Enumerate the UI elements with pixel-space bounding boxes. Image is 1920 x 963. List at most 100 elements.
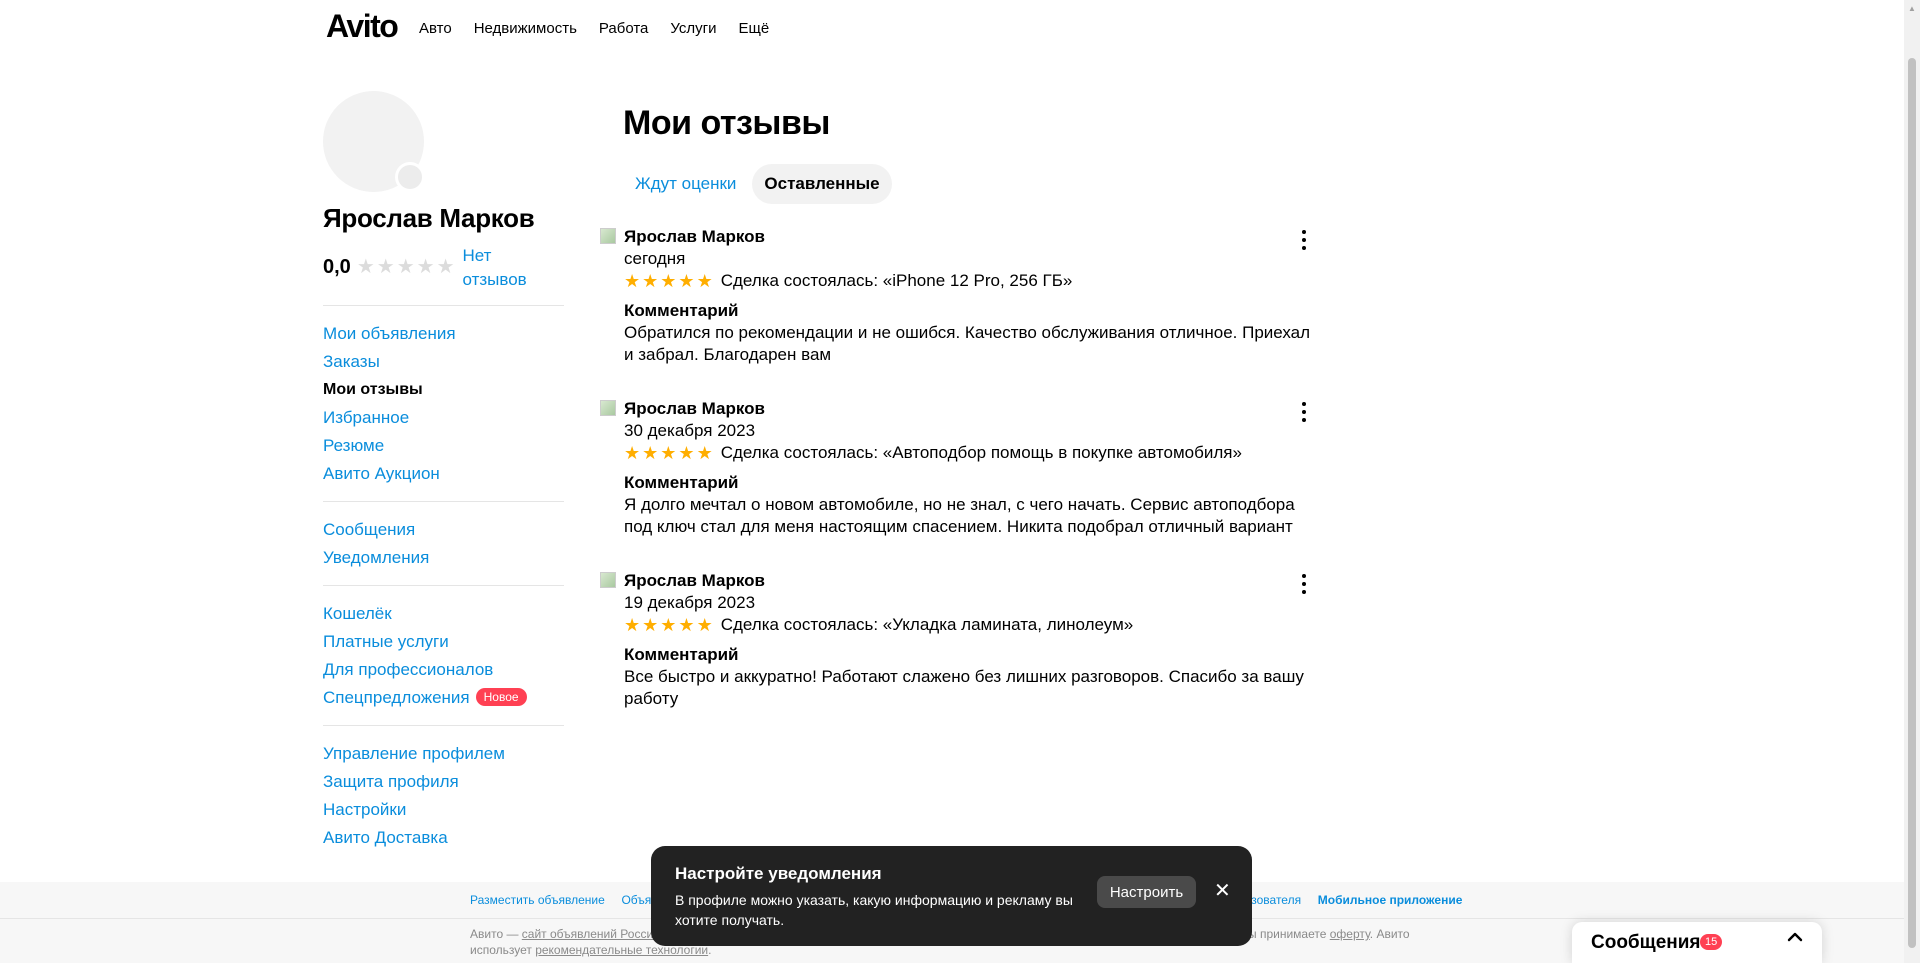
sidebar-item[interactable]: Сообщения: [323, 516, 564, 544]
review-deal: Сделка состоялась: «Автоподбор помощь в …: [720, 443, 1242, 462]
sidebar-item[interactable]: Избранное: [323, 404, 564, 432]
sidebar-item-label: Авито Аукцион: [323, 464, 440, 483]
sidebar-item[interactable]: Мои отзывы: [323, 376, 564, 404]
sidebar-item-label: Избранное: [323, 408, 410, 427]
reviewer-name[interactable]: Ярослав Марков: [624, 226, 1320, 248]
avatar-status-dot: [395, 162, 425, 192]
tab[interactable]: Ждут оценки: [623, 164, 748, 204]
review-date: 19 декабря 2023: [624, 593, 756, 612]
sidebar-group: Мои объявления Заказы Мои отзывы Избранное Р…: [323, 305, 564, 502]
review-card: Ярослав Марков 19 декабря 2023 ★ ★ ★ ★ ★ Сде…: [600, 570, 1320, 742]
close-icon[interactable]: ✕: [1214, 880, 1231, 902]
sidebar-item-label: Мои отзывы: [323, 381, 423, 398]
footer-links-right: льзователя Мобильное приложение: [1238, 893, 1462, 907]
star-icon: ★: [642, 615, 659, 635]
nav-item-jobs[interactable]: Работа: [599, 20, 649, 37]
sidebar-item-label: Защита профиля: [323, 772, 459, 791]
toast-body: В профиле можно указать, какую информаци…: [675, 892, 1073, 928]
sidebar-item-label: Сообщения: [323, 520, 416, 539]
star-icon: ★: [660, 615, 677, 635]
footer-link-mobile-app[interactable]: Мобильное приложение: [1318, 893, 1463, 907]
sidebar-item-label: Уведомления: [323, 548, 430, 567]
top-nav: Авто Недвижимость Работа Услуги Ещё: [419, 20, 769, 37]
review-deal-line: ★ ★ ★ ★ ★ Сделка состоялась: «Укладка ламина…: [624, 614, 1320, 636]
sidebar-item[interactable]: Резюме: [323, 432, 564, 460]
rating-value: 0,0: [323, 256, 351, 278]
sidebar-item[interactable]: Уведомления: [323, 544, 564, 572]
scrollbar-thumb[interactable]: [1908, 58, 1916, 948]
more-options-icon[interactable]: [1296, 230, 1312, 250]
sidebar-item[interactable]: Спецпредложения Новое: [323, 684, 564, 712]
chevron-up-icon[interactable]: [1786, 928, 1804, 952]
review-comment: Я долго мечтал о новом автомобиле, но не…: [624, 495, 1295, 536]
comment-label: Комментарий: [624, 645, 739, 664]
sidebar-item-label: Спецпредложения: [323, 688, 470, 707]
no-reviews-link[interactable]: Нет отзывов: [463, 244, 543, 292]
scrollbar[interactable]: ▲: [1904, 0, 1920, 963]
review-date: сегодня: [624, 249, 686, 268]
sidebar-item-label: Авито Доставка: [323, 828, 448, 847]
configure-button[interactable]: Настроить: [1097, 876, 1196, 908]
messages-count-badge: 15: [1700, 934, 1723, 950]
star-icon: ★: [678, 271, 695, 291]
footer-text-prefix: Авито —: [470, 927, 522, 941]
star-icon: ★: [376, 256, 395, 278]
star-icon: ★: [678, 443, 695, 463]
sidebar-item[interactable]: Платные услуги: [323, 628, 564, 656]
star-icon: ★: [642, 271, 659, 291]
footer-text-right-prefix: ы принимаете: [1248, 927, 1330, 941]
new-badge: Новое: [475, 688, 527, 706]
star-icon: ★: [436, 256, 455, 278]
sidebar-item[interactable]: Управление профилем: [323, 740, 564, 768]
sidebar-group: Управление профилем Защита профиля Настрой…: [323, 726, 564, 865]
nav-item-realty[interactable]: Недвижимость: [474, 20, 577, 37]
sidebar-menu: Мои объявления Заказы Мои отзывы Избранное Р…: [323, 305, 564, 865]
star-icon: ★: [696, 615, 713, 635]
footer-text-right: ы принимаете оферту. Авито: [1248, 926, 1410, 942]
more-options-icon[interactable]: [1296, 574, 1312, 594]
star-icon: ★: [396, 256, 415, 278]
review-card: Ярослав Марков сегодня ★ ★ ★ ★ ★ Сделка сост…: [600, 226, 1320, 398]
profile-name: Ярослав Марков: [323, 203, 535, 233]
sidebar-item[interactable]: Для профессионалов: [323, 656, 564, 684]
toast-title: Настройте уведомления: [675, 864, 882, 883]
sidebar-item-label: Кошелёк: [323, 604, 392, 623]
more-options-icon[interactable]: [1296, 402, 1312, 422]
sidebar-group: Кошелёк Платные услуги Для профессионалов С…: [323, 586, 564, 726]
reviewer-avatar: [600, 572, 616, 588]
star-icon: ★: [642, 443, 659, 463]
rating-stars: ★ ★ ★ ★ ★: [357, 256, 455, 278]
sidebar-item[interactable]: Кошелёк: [323, 600, 564, 628]
reviewer-name[interactable]: Ярослав Марков: [624, 570, 1320, 592]
nav-item-services[interactable]: Услуги: [670, 20, 716, 37]
messages-label: Сообщения: [1591, 932, 1701, 953]
nav-item-auto[interactable]: Авто: [419, 20, 452, 37]
review-deal: Сделка состоялась: «iPhone 12 Pro, 256 Г…: [720, 271, 1073, 290]
footer-text-line2-prefix: использует: [470, 943, 536, 957]
avito-logo[interactable]: Avito: [326, 8, 399, 45]
sidebar-item[interactable]: Мои объявления: [323, 320, 564, 348]
sidebar-item[interactable]: Заказы: [323, 348, 564, 376]
scroll-up-arrow-icon[interactable]: ▲: [1908, 4, 1916, 13]
sidebar-item-label: Управление профилем: [323, 744, 505, 763]
comment-label: Комментарий: [624, 301, 739, 320]
tab[interactable]: Оставленные: [752, 164, 892, 204]
sidebar-item[interactable]: Авито Доставка: [323, 824, 564, 852]
star-icon: ★: [678, 615, 695, 635]
footer-link-post-ad[interactable]: Разместить объявление: [470, 893, 605, 907]
nav-item-more[interactable]: Ещё: [739, 20, 770, 37]
reviewer-name[interactable]: Ярослав Марков: [624, 398, 1320, 420]
review-date: 30 декабря 2023: [624, 421, 756, 440]
rating-row: 0,0 ★ ★ ★ ★ ★ Нет отзывов: [323, 244, 543, 292]
star-icon: ★: [624, 615, 641, 635]
page-title: Мои отзывы: [623, 104, 830, 142]
sidebar-item[interactable]: Настройки: [323, 796, 564, 824]
star-icon: ★: [624, 443, 641, 463]
review-deal-line: ★ ★ ★ ★ ★ Сделка состоялась: «Автоподбор пом…: [624, 442, 1320, 464]
footer-link-site[interactable]: сайт объявлений России: [522, 927, 660, 941]
footer-link-offer[interactable]: оферту: [1330, 927, 1370, 941]
sidebar-item[interactable]: Защита профиля: [323, 768, 564, 796]
sidebar-item-label: Мои объявления: [323, 324, 456, 343]
sidebar-item[interactable]: Авито Аукцион: [323, 460, 564, 488]
messages-widget[interactable]: Сообщения 15: [1572, 922, 1822, 963]
